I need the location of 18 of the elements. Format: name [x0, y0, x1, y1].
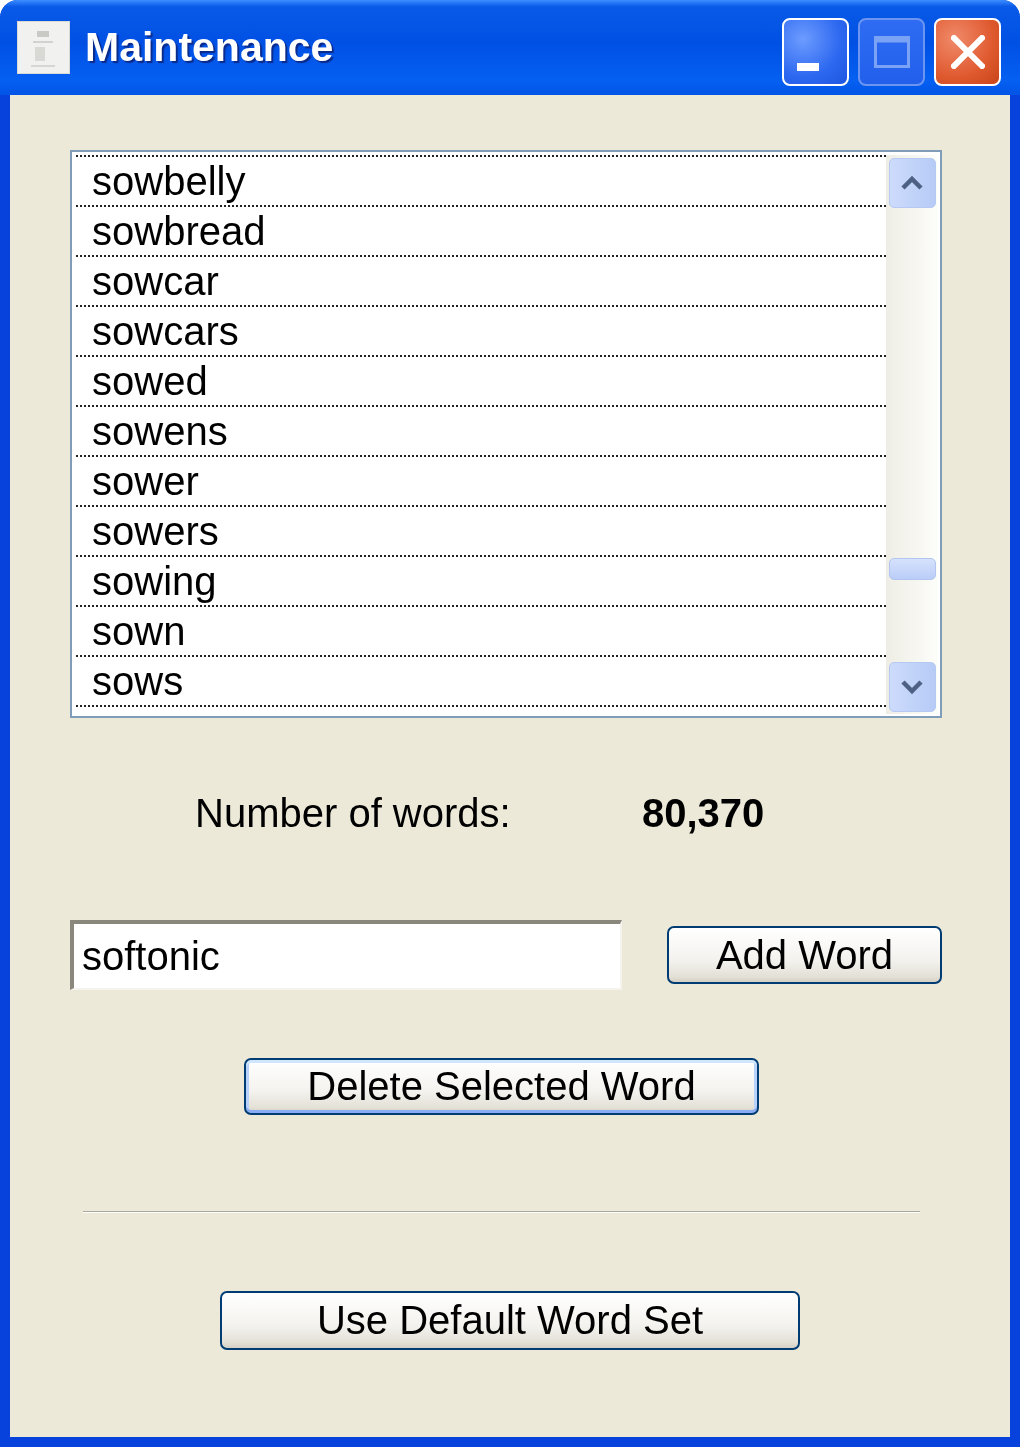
- document-icon: [17, 21, 70, 74]
- word-count-label: Number of words:: [195, 790, 512, 836]
- chevron-up-icon: [900, 175, 924, 191]
- minimize-button[interactable]: [782, 18, 849, 86]
- close-button[interactable]: [934, 18, 1001, 86]
- scroll-down-button[interactable]: [888, 662, 936, 712]
- chevron-down-icon: [900, 679, 924, 695]
- word-input-field[interactable]: softonic: [70, 920, 622, 990]
- default-word-set-button[interactable]: Use Default Word Set: [220, 1291, 800, 1350]
- close-icon: [950, 35, 985, 69]
- minimize-icon: [796, 63, 819, 71]
- scroll-thumb[interactable]: [888, 558, 936, 580]
- window-title: Maintenance: [85, 24, 335, 71]
- word-count-value: 80,370: [642, 790, 765, 836]
- add-word-button[interactable]: Add Word: [667, 926, 942, 984]
- scroll-up-button[interactable]: [888, 158, 936, 208]
- delete-word-button[interactable]: Delete Selected Word: [244, 1058, 759, 1115]
- maximize-icon: [873, 36, 910, 68]
